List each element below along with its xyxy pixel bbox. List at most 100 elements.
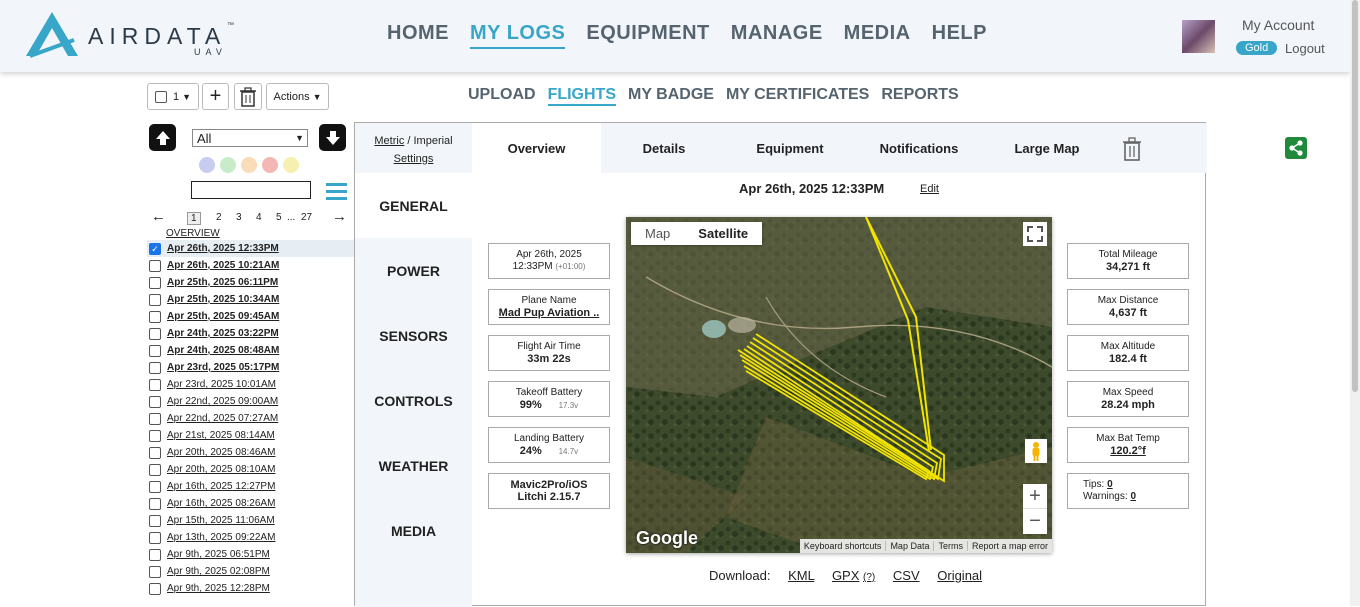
flight-checkbox[interactable]: [149, 446, 161, 459]
flight-link[interactable]: Apr 23rd, 2025 05:17PM: [167, 362, 279, 373]
flight-checkbox[interactable]: [149, 565, 161, 578]
keyboard-shortcuts-link[interactable]: Keyboard shortcuts: [800, 541, 886, 551]
flight-link[interactable]: Apr 15th, 2025 11:06AM: [167, 515, 275, 526]
flight-link[interactable]: Apr 16th, 2025 08:26AM: [167, 498, 275, 509]
color-dot-red[interactable]: [262, 157, 278, 173]
nav-my-logs[interactable]: MY LOGS: [470, 22, 566, 49]
tab-equipment[interactable]: Equipment: [727, 123, 853, 173]
card-value[interactable]: Mad Pup Aviation ..: [489, 307, 609, 319]
flight-list-item[interactable]: Apr 9th, 2025 02:08PM: [147, 563, 355, 580]
warnings-value[interactable]: 0: [1130, 491, 1136, 502]
fullscreen-button[interactable]: [1023, 222, 1047, 246]
flight-list-item[interactable]: Apr 24th, 2025 08:48AM: [147, 342, 355, 359]
page-current[interactable]: 1: [187, 212, 201, 225]
flight-link[interactable]: Apr 26th, 2025 12:33PM: [167, 243, 279, 254]
section-weather[interactable]: WEATHER: [355, 433, 472, 498]
page-link[interactable]: 2: [216, 212, 222, 223]
color-dot-yellow[interactable]: [283, 157, 299, 173]
flight-list-item[interactable]: Apr 20th, 2025 08:10AM: [147, 461, 355, 478]
section-power[interactable]: POWER: [355, 238, 472, 303]
flight-checkbox[interactable]: [149, 463, 161, 476]
color-dot-orange[interactable]: [241, 157, 257, 173]
logout-link[interactable]: Logout: [1285, 41, 1325, 56]
subnav-my-badge[interactable]: MY BADGE: [628, 86, 714, 106]
nav-equipment[interactable]: EQUIPMENT: [586, 22, 709, 49]
delete-flight-button[interactable]: [1122, 137, 1142, 166]
flight-list-item[interactable]: Apr 20th, 2025 08:46AM: [147, 444, 355, 461]
scroll-up-button[interactable]: [149, 124, 176, 151]
menu-icon[interactable]: [326, 183, 347, 204]
avatar[interactable]: [1182, 20, 1215, 53]
share-button[interactable]: [1285, 137, 1307, 159]
flight-checkbox[interactable]: [149, 327, 161, 340]
flight-list-item[interactable]: Apr 22nd, 2025 09:00AM: [147, 393, 355, 410]
color-dot-green[interactable]: [220, 157, 236, 173]
flight-list-item[interactable]: Apr 26th, 2025 10:21AM: [147, 257, 355, 274]
flight-checkbox[interactable]: [149, 429, 161, 442]
download-gpx-link[interactable]: GPX: [832, 568, 859, 583]
download-original-link[interactable]: Original: [937, 568, 982, 583]
flight-link[interactable]: Apr 22nd, 2025 09:00AM: [167, 396, 278, 407]
flight-link[interactable]: Apr 24th, 2025 08:48AM: [167, 345, 279, 356]
flight-list-item[interactable]: Apr 13th, 2025 09:22AM: [147, 529, 355, 546]
color-dot-blue[interactable]: [199, 157, 215, 173]
flight-map[interactable]: Map Satellite + − Google Keyboard shortc…: [626, 217, 1052, 553]
flight-link[interactable]: Apr 20th, 2025 08:10AM: [167, 464, 275, 475]
map-type-map[interactable]: Map: [631, 222, 684, 245]
tips-value[interactable]: 0: [1107, 479, 1113, 490]
flight-list-item[interactable]: Apr 21st, 2025 08:14AM: [147, 427, 355, 444]
flight-list-item[interactable]: Apr 24th, 2025 03:22PM: [147, 325, 355, 342]
nav-help[interactable]: HELP: [932, 22, 987, 49]
flight-list-item[interactable]: Apr 15th, 2025 11:06AM: [147, 512, 355, 529]
add-button[interactable]: +: [202, 83, 229, 110]
flight-link[interactable]: Apr 16th, 2025 12:27PM: [167, 481, 275, 492]
subnav-my-certificates[interactable]: MY CERTIFICATES: [726, 86, 869, 106]
tab-large-map[interactable]: Large Map: [985, 123, 1109, 173]
flight-list-item[interactable]: ✓ Apr 26th, 2025 12:33PM: [147, 240, 355, 257]
tab-details[interactable]: Details: [601, 123, 727, 173]
next-page-icon[interactable]: →: [332, 208, 347, 225]
page-link[interactable]: 4: [256, 212, 262, 223]
prev-page-icon[interactable]: ←: [151, 208, 166, 225]
flight-checkbox[interactable]: [149, 259, 161, 272]
flight-checkbox[interactable]: [149, 344, 161, 357]
airdata-logo[interactable]: AIRDATA ™ UAV: [24, 10, 239, 60]
flight-link[interactable]: Apr 25th, 2025 09:45AM: [167, 311, 279, 322]
flight-link[interactable]: Apr 20th, 2025 08:46AM: [167, 447, 275, 458]
flight-link[interactable]: Apr 23rd, 2025 10:01AM: [167, 379, 276, 390]
nav-media[interactable]: MEDIA: [844, 22, 911, 49]
flight-link[interactable]: Apr 21st, 2025 08:14AM: [167, 430, 275, 441]
flight-list-item[interactable]: Apr 25th, 2025 09:45AM: [147, 308, 355, 325]
edit-link[interactable]: Edit: [920, 183, 939, 195]
flight-checkbox[interactable]: [149, 548, 161, 561]
tab-notifications[interactable]: Notifications: [853, 123, 985, 173]
filter-select[interactable]: All ▼: [192, 129, 308, 147]
imperial-label[interactable]: Imperial: [414, 135, 453, 147]
flight-link[interactable]: Apr 9th, 2025 12:28PM: [167, 583, 270, 594]
flight-list-item[interactable]: Apr 9th, 2025 12:28PM: [147, 580, 355, 597]
map-type-satellite[interactable]: Satellite: [684, 222, 763, 245]
delete-button[interactable]: [234, 83, 262, 110]
map-data-link[interactable]: Map Data: [885, 541, 933, 551]
download-csv-link[interactable]: CSV: [893, 568, 920, 583]
zoom-out-button[interactable]: −: [1023, 508, 1047, 533]
flight-link[interactable]: Apr 26th, 2025 10:21AM: [167, 260, 279, 271]
page-link[interactable]: 5: [276, 212, 282, 223]
flight-checkbox[interactable]: [149, 531, 161, 544]
flight-checkbox[interactable]: [149, 480, 161, 493]
flight-link[interactable]: Apr 9th, 2025 02:08PM: [167, 566, 270, 577]
flight-checkbox[interactable]: [149, 293, 161, 306]
flight-link[interactable]: Apr 9th, 2025 06:51PM: [167, 549, 270, 560]
page-link-last[interactable]: 27: [301, 212, 312, 223]
flight-checkbox[interactable]: [149, 310, 161, 323]
flight-link[interactable]: Apr 25th, 2025 06:11PM: [167, 277, 278, 288]
flight-list-item[interactable]: Apr 23rd, 2025 05:17PM: [147, 359, 355, 376]
flight-checkbox[interactable]: [149, 395, 161, 408]
page-scrollbar[interactable]: [1350, 0, 1360, 606]
flight-list-item[interactable]: Apr 16th, 2025 12:27PM: [147, 478, 355, 495]
nav-manage[interactable]: MANAGE: [731, 22, 823, 49]
flight-link[interactable]: Apr 24th, 2025 03:22PM: [167, 328, 279, 339]
select-count-dropdown[interactable]: 1 ▼: [147, 83, 199, 110]
select-all-checkbox[interactable]: [154, 90, 167, 103]
gpx-help-link[interactable]: (?): [863, 572, 875, 583]
